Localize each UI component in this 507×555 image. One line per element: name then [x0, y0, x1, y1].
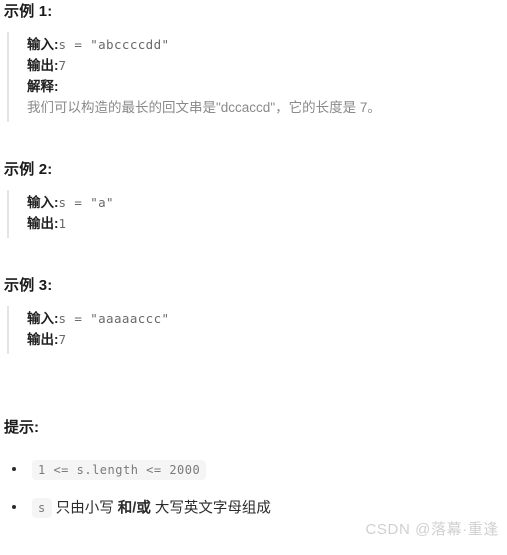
example-2-block: 输入:s = "a" 输出:1: [7, 190, 507, 238]
example-1-block: 输入:s = "abccccdd" 输出:7 解释: 我们可以构造的最长的回文串…: [7, 32, 507, 122]
csdn-watermark: CSDN @落幕·重逢: [365, 521, 499, 538]
example-3-heading: 示例 3:: [4, 277, 53, 294]
output-value: 1: [58, 216, 67, 231]
example-1-output-line: 输出:7: [27, 55, 507, 76]
output-label: 输出:: [27, 332, 59, 347]
input-label: 输入:: [27, 37, 59, 52]
output-value: 7: [58, 58, 67, 73]
example-1-heading: 示例 1:: [4, 3, 53, 20]
input-label: 输入:: [27, 195, 59, 210]
example-1-input-line: 输入:s = "abccccdd": [27, 34, 507, 55]
hint-code-s: s: [32, 498, 52, 518]
explain-text: 我们可以构造的最长的回文串是"dccaccd"，它的长度是 7。: [27, 100, 381, 115]
example-group-3: 示例 3: 输入:s = "aaaaaccc" 输出:7: [0, 274, 507, 354]
example-3-output-line: 输出:7: [27, 329, 507, 350]
hint-text-bold: 和/或: [117, 500, 151, 517]
list-item: 1 <= s.length <= 2000: [10, 459, 507, 480]
example-2-heading: 示例 2:: [4, 161, 53, 178]
explain-label: 解释:: [27, 79, 59, 94]
hints-heading: 提示:: [4, 419, 39, 436]
example-group-2: 示例 2: 输入:s = "a" 输出:1: [0, 158, 507, 238]
output-label: 输出:: [27, 216, 59, 231]
list-item: s 只由小写 和/或 大写英文字母组成: [10, 497, 507, 518]
example-group-1: 示例 1: 输入:s = "abccccdd" 输出:7 解释: 我们可以构造的…: [0, 0, 507, 122]
output-label: 输出:: [27, 58, 59, 73]
input-label: 输入:: [27, 311, 59, 326]
example-3-input-line: 输入:s = "aaaaaccc": [27, 308, 507, 329]
hint-text-after: 大写英文字母组成: [150, 500, 271, 517]
hint-code-length: 1 <= s.length <= 2000: [32, 460, 207, 480]
input-value: s = "aaaaaccc": [58, 311, 170, 326]
hint-text-before: 只由小写: [51, 500, 118, 517]
example-2-output-line: 输出:1: [27, 213, 507, 234]
input-value: s = "a": [58, 195, 114, 210]
hints-list: 1 <= s.length <= 2000 s 只由小写 和/或 大写英文字母组…: [0, 459, 507, 518]
example-2-input-line: 输入:s = "a": [27, 192, 507, 213]
input-value: s = "abccccdd": [58, 37, 170, 52]
output-value: 7: [58, 332, 67, 347]
problem-description-page: 示例 1: 输入:s = "abccccdd" 输出:7 解释: 我们可以构造的…: [0, 0, 507, 555]
example-3-block: 输入:s = "aaaaaccc" 输出:7: [7, 306, 507, 354]
